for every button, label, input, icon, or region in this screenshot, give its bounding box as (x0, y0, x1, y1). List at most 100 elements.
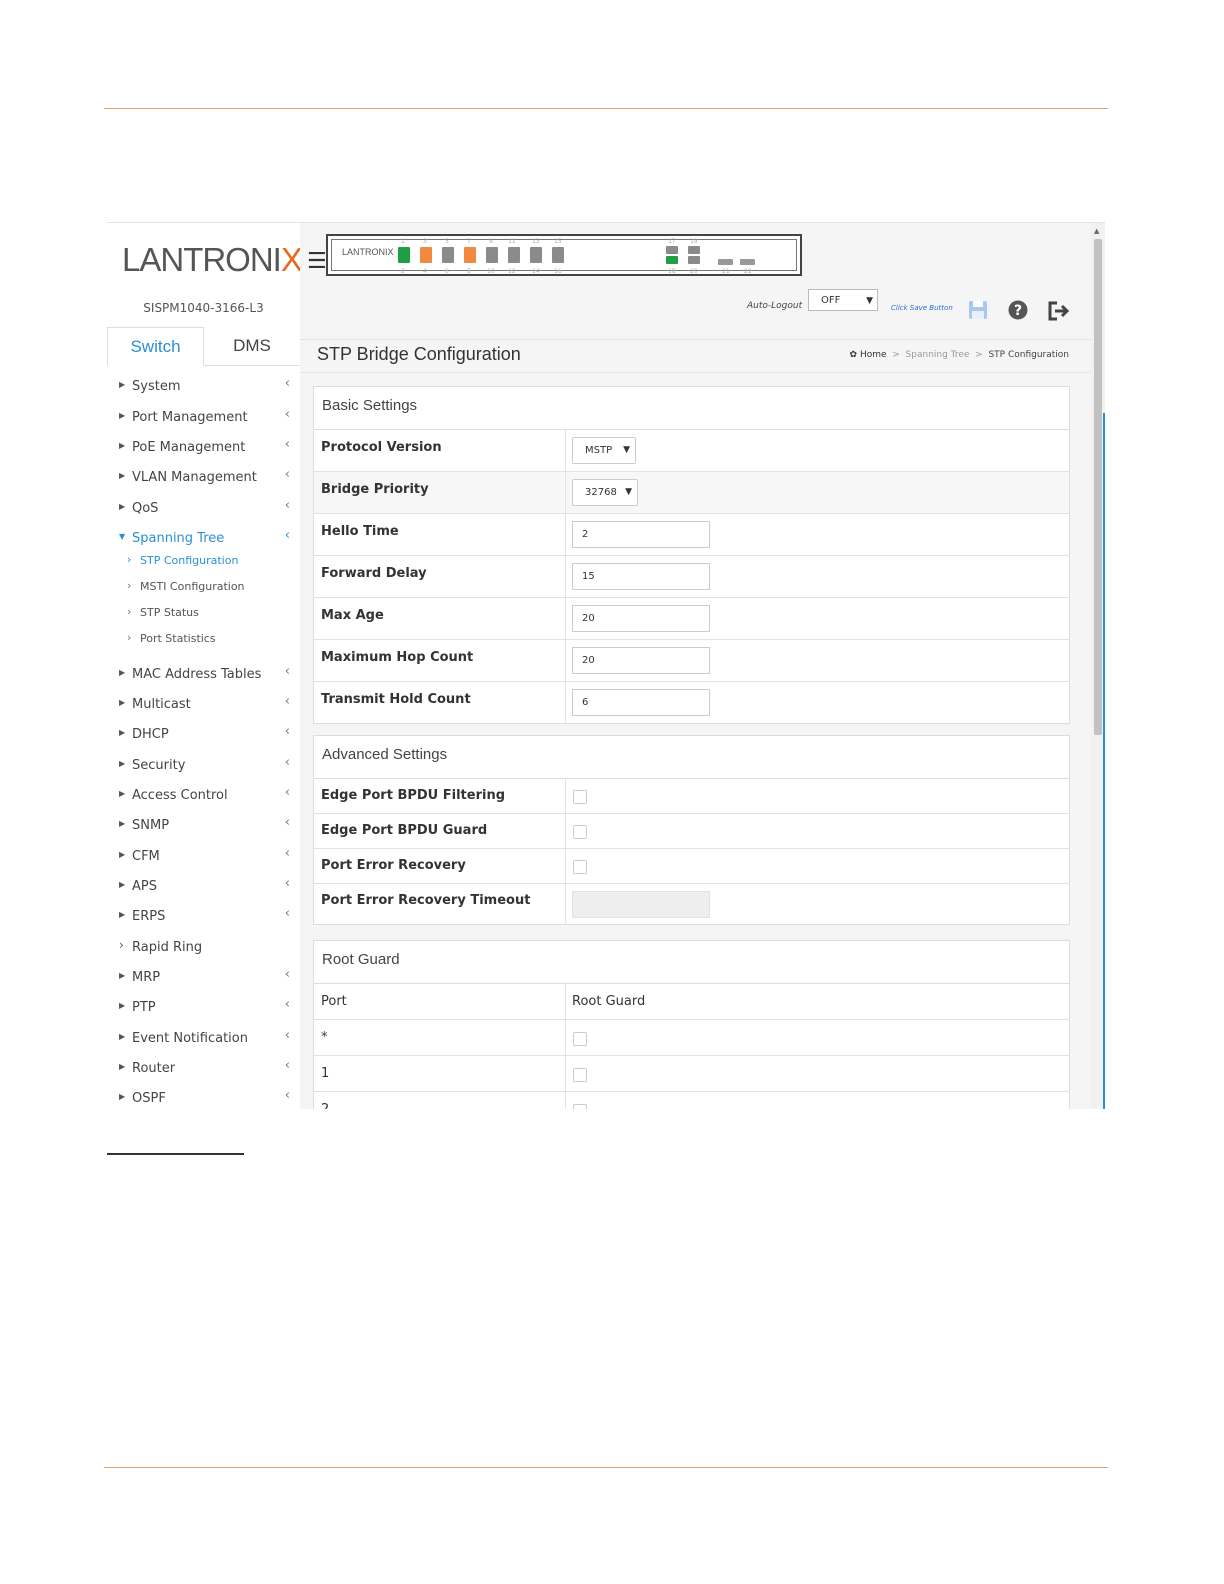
tab-dms[interactable]: DMS (204, 327, 300, 364)
chevron-left-icon: ‹ (284, 1088, 290, 1103)
tx-hold-count-input[interactable]: 6 (572, 689, 710, 716)
root-guard-port-2-checkbox[interactable] (573, 1104, 587, 1109)
svg-text:21: 21 (722, 268, 730, 274)
port-11[interactable] (508, 247, 520, 263)
footnote-rule (107, 1153, 244, 1155)
max-hop-count-input[interactable]: 20 (572, 647, 710, 674)
sidebar-item-aps[interactable]: ▶ APS ‹ (107, 875, 300, 899)
caret-right-icon: ▶ (119, 411, 126, 420)
port-22[interactable] (740, 259, 755, 265)
home-icon[interactable]: ✿ (850, 350, 858, 360)
hello-time-input[interactable]: 2 (572, 521, 710, 548)
sidebar-item-spanning-tree[interactable]: ▼ Spanning Tree ‹ (107, 527, 300, 551)
sidebar-item-erps[interactable]: ▶ ERPS ‹ (107, 905, 300, 929)
sidebar-tabs: Switch DMS (107, 327, 300, 366)
tx-hold-count-row: Transmit Hold Count 6 (314, 682, 1069, 723)
scroll-up-arrow-icon[interactable]: ▲ (1094, 227, 1099, 235)
chevron-left-icon: ‹ (284, 755, 290, 770)
sidebar-subitem-stp-status[interactable]: › STP Status (107, 603, 300, 623)
svg-text:14: 14 (532, 268, 540, 274)
table-row: 1 (314, 1056, 1069, 1092)
sidebar-item-vlan-management[interactable]: ▶ VLAN Management ‹ (107, 466, 300, 490)
sidebar-item-ospf[interactable]: ▶ OSPF ‹ (107, 1087, 300, 1109)
sidebar-subitem-port-statistics[interactable]: › Port Statistics (107, 629, 300, 649)
port-15[interactable] (552, 247, 564, 263)
max-age-row: Max Age 20 (314, 598, 1069, 640)
device-model: SISPM1040-3166-L3 (143, 301, 264, 315)
sidebar-item-port-management[interactable]: ▶ Port Management ‹ (107, 406, 300, 430)
sidebar-subitem-msti-configuration[interactable]: › MSTI Configuration (107, 577, 300, 597)
sidebar-item-mac-address-tables[interactable]: ▶ MAC Address Tables ‹ (107, 663, 300, 687)
port-21[interactable] (718, 259, 733, 265)
title-divider (300, 372, 1091, 373)
edge-bpdu-filtering-checkbox[interactable] (573, 790, 587, 804)
port-7[interactable] (464, 247, 476, 263)
tab-switch[interactable]: Switch (107, 327, 204, 366)
sidebar-item-cfm[interactable]: ▶ CFM ‹ (107, 845, 300, 869)
port-3[interactable] (420, 247, 432, 263)
sidebar-item-ptp[interactable]: ▶ PTP ‹ (107, 996, 300, 1020)
scrollbar[interactable]: ▲ (1091, 223, 1105, 1109)
sidebar-item-poe-management[interactable]: ▶ PoE Management ‹ (107, 436, 300, 460)
svg-text:17: 17 (668, 238, 676, 245)
sidebar-item-dhcp[interactable]: ▶ DHCP ‹ (107, 723, 300, 747)
port-error-recovery-checkbox[interactable] (573, 860, 587, 874)
port-18[interactable] (666, 256, 678, 264)
caret-right-icon: ▶ (119, 668, 126, 677)
port-1[interactable] (398, 247, 410, 263)
chevron-down-icon: ▼ (625, 487, 632, 497)
hamburger-menu-icon[interactable]: ☰ (307, 249, 327, 274)
chevron-left-icon: ‹ (284, 1058, 290, 1073)
svg-text:2: 2 (401, 268, 405, 274)
device-front-panel[interactable]: LANTRONIX 1 3 5 7 9 11 13 15 17 19 2 4 6… (326, 234, 802, 276)
forward-delay-row: Forward Delay 15 (314, 556, 1069, 598)
root-guard-port-1-checkbox[interactable] (573, 1068, 587, 1082)
scrollbar-thumb[interactable] (1094, 239, 1102, 735)
sidebar-item-snmp[interactable]: ▶ SNMP ‹ (107, 814, 300, 838)
auto-logout-select[interactable]: OFF ▼ (808, 289, 878, 311)
save-hint: Click Save Button (891, 304, 953, 312)
logout-icon[interactable] (1047, 301, 1069, 321)
forward-delay-input[interactable]: 15 (572, 563, 710, 590)
edge-bpdu-guard-row: Edge Port BPDU Guard (314, 814, 1069, 849)
chevron-down-icon: ▼ (623, 445, 630, 455)
main-content: STP Bridge Configuration ✿ Home > Spanni… (300, 340, 1091, 1109)
root-guard-all-checkbox[interactable] (573, 1032, 587, 1046)
sidebar-item-multicast[interactable]: ▶ Multicast ‹ (107, 693, 300, 717)
port-5[interactable] (442, 247, 454, 263)
sidebar-item-access-control[interactable]: ▶ Access Control ‹ (107, 784, 300, 808)
chevron-left-icon: ‹ (284, 785, 290, 800)
bridge-priority-row: Bridge Priority 32768 ▼ (314, 472, 1069, 514)
sidebar-item-mrp[interactable]: ▶ MRP ‹ (107, 966, 300, 990)
port-19[interactable] (688, 246, 700, 254)
breadcrumb-spanning-tree[interactable]: Spanning Tree (906, 350, 970, 360)
bridge-priority-select[interactable]: 32768 ▼ (572, 479, 638, 506)
sidebar-item-security[interactable]: ▶ Security ‹ (107, 754, 300, 778)
edge-bpdu-guard-checkbox[interactable] (573, 825, 587, 839)
save-icon[interactable] (968, 300, 988, 320)
svg-text:12: 12 (508, 268, 516, 274)
sidebar-item-router[interactable]: ▶ Router ‹ (107, 1057, 300, 1081)
help-icon[interactable]: ? (1008, 300, 1028, 320)
sidebar-item-qos[interactable]: ▶ QoS ‹ (107, 497, 300, 521)
caret-right-icon: ▶ (119, 759, 126, 768)
caret-right-icon: ▶ (119, 1062, 126, 1071)
sidebar-item-rapid-ring[interactable]: › Rapid Ring (107, 936, 300, 960)
scroll-accent-line (1103, 413, 1105, 1109)
port-9[interactable] (486, 247, 498, 263)
sidebar-item-system[interactable]: ▶ System ‹ (107, 375, 300, 399)
port-error-recovery-timeout-input[interactable] (572, 891, 710, 918)
breadcrumb-home[interactable]: Home (860, 350, 887, 360)
protocol-version-select[interactable]: MSTP ▼ (572, 437, 636, 464)
port-17[interactable] (666, 246, 678, 254)
chevron-right-icon: › (127, 631, 132, 644)
max-age-input[interactable]: 20 (572, 605, 710, 632)
basic-settings-heading: Basic Settings (314, 387, 1069, 430)
port-20[interactable] (688, 256, 700, 264)
basic-settings-card: Basic Settings Protocol Version MSTP ▼ Br… (313, 386, 1070, 724)
advanced-settings-card: Advanced Settings Edge Port BPDU Filteri… (313, 735, 1070, 925)
sidebar-subitem-stp-configuration[interactable]: › STP Configuration (107, 551, 300, 571)
sidebar-item-event-notification[interactable]: ▶ Event Notification ‹ (107, 1027, 300, 1051)
svg-text:8: 8 (467, 268, 471, 274)
port-13[interactable] (530, 247, 542, 263)
